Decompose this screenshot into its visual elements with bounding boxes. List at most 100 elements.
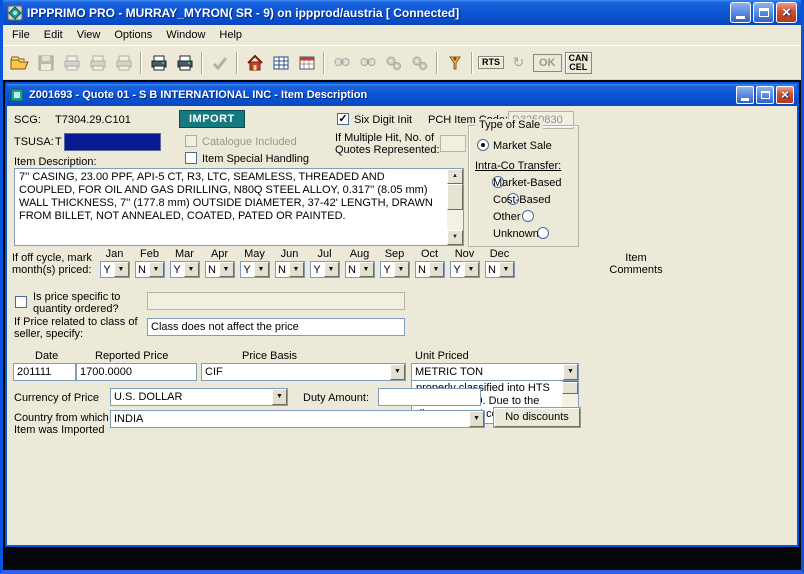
month-jun-combo[interactable]: N▼	[275, 261, 305, 278]
month-label: Apr	[202, 248, 237, 260]
currency-combo[interactable]: U.S. DOLLAR▼	[110, 388, 288, 406]
calendar-button[interactable]	[294, 50, 319, 75]
month-nov-combo[interactable]: Y▼	[450, 261, 480, 278]
chevron-down-icon[interactable]: ▼	[272, 389, 287, 405]
price-basis-combo[interactable]: CIF▼	[201, 363, 406, 381]
combo-value: Y	[101, 262, 114, 277]
search-next-button	[355, 50, 380, 75]
home-button[interactable]	[242, 50, 267, 75]
tsusa-field[interactable]	[64, 133, 161, 151]
quote-title-bar[interactable]: Z001693 - Quote 01 - S B INTERNATIONAL I…	[7, 84, 797, 106]
mdi-area: Z001693 - Quote 01 - S B INTERNATIONAL I…	[3, 80, 801, 570]
menu-window[interactable]: Window	[159, 27, 212, 43]
combo-value: N	[416, 262, 429, 277]
open-folder-button[interactable]	[7, 50, 32, 75]
month-jan-combo[interactable]: Y▼	[100, 261, 130, 278]
item-description-textarea[interactable]: 7'' CASING, 23.00 PPF, API-5 CT, R3, LTC…	[14, 168, 464, 246]
chevron-down-icon[interactable]: ▼	[324, 262, 339, 277]
month-dec: Dec N▼	[482, 248, 517, 278]
minimize-button[interactable]	[730, 2, 751, 23]
reported-price-field[interactable]: 1700.0000	[76, 363, 197, 381]
print-button	[111, 50, 136, 75]
combo-value: Y	[311, 262, 324, 277]
combo-value: Y	[241, 262, 254, 277]
chevron-down-icon[interactable]: ▼	[289, 262, 304, 277]
unknown-label: Unknown	[493, 228, 539, 240]
cost-based-label: Cost-Based	[493, 194, 550, 206]
date-field[interactable]: 201111	[13, 363, 76, 381]
menu-edit[interactable]: Edit	[37, 27, 70, 43]
chevron-down-icon[interactable]: ▼	[184, 262, 199, 277]
month-sep-combo[interactable]: Y▼	[380, 261, 410, 278]
print-quote-icon	[150, 54, 168, 72]
chevron-down-icon[interactable]: ▼	[114, 262, 129, 277]
print-quote-button[interactable]	[146, 50, 171, 75]
grid-button[interactable]	[268, 50, 293, 75]
quote-minimize-button[interactable]	[736, 86, 754, 104]
market-based-label: Market-Based	[493, 177, 561, 189]
scroll-thumb[interactable]	[447, 184, 463, 210]
month-apr-combo[interactable]: N▼	[205, 261, 235, 278]
month-aug-combo[interactable]: N▼	[345, 261, 375, 278]
multiple-hit-label-line2: Quotes Represented:	[335, 144, 440, 156]
print-report-button[interactable]	[172, 50, 197, 75]
scroll-thumb[interactable]	[562, 382, 578, 394]
month-label: Oct	[412, 248, 447, 260]
month-mar-combo[interactable]: Y▼	[170, 261, 200, 278]
month-dec-combo[interactable]: N▼	[485, 261, 515, 278]
month-feb-combo[interactable]: N▼	[135, 261, 165, 278]
quote-maximize-button[interactable]	[756, 86, 774, 104]
menu-help[interactable]: Help	[212, 27, 249, 43]
chevron-down-icon[interactable]: ▼	[464, 262, 479, 277]
month-jul-combo[interactable]: Y▼	[310, 261, 340, 278]
toolbar: RTS ↻ OK CAN CEL	[3, 46, 801, 80]
maximize-button[interactable]	[753, 2, 774, 23]
unit-priced-combo[interactable]: METRIC TON▼	[411, 363, 579, 381]
chevron-down-icon[interactable]: ▼	[390, 364, 405, 380]
no-discounts-button[interactable]: No discounts	[494, 408, 580, 427]
scroll-down-icon[interactable]: ▼	[447, 230, 463, 245]
month-aug: Aug N▼	[342, 248, 377, 278]
scroll-up-icon[interactable]: ▲	[447, 169, 463, 184]
toolbar-separator	[201, 52, 203, 74]
menu-options[interactable]: Options	[107, 27, 159, 43]
item-description-scrollbar[interactable]: ▲ ▼	[447, 169, 463, 245]
title-bar[interactable]: IPPPRIMO PRO - MURRAY_MYRON( SR - 9) on …	[3, 0, 801, 25]
unit-priced-value: METRIC TON	[412, 364, 563, 380]
chevron-down-icon[interactable]: ▼	[499, 262, 514, 277]
filter-button[interactable]	[442, 50, 467, 75]
reported-price-label: Reported Price	[95, 350, 168, 362]
chevron-down-icon[interactable]: ▼	[394, 262, 409, 277]
chevron-down-icon[interactable]: ▼	[254, 262, 269, 277]
unknown-radio[interactable]	[537, 227, 549, 239]
market-sale-radio[interactable]	[477, 139, 489, 151]
other-radio[interactable]	[522, 210, 534, 222]
print-preview-icon	[89, 54, 107, 72]
item-special-handling-checkbox[interactable]	[185, 152, 197, 164]
chevron-down-icon[interactable]: ▼	[219, 262, 234, 277]
close-button[interactable]: ×	[776, 2, 797, 23]
quote-close-button[interactable]: ×	[776, 86, 794, 104]
chevron-down-icon[interactable]: ▼	[359, 262, 374, 277]
chevron-down-icon[interactable]: ▼	[149, 262, 164, 277]
rts-button[interactable]: RTS	[478, 56, 504, 69]
price-specific-qty-checkbox[interactable]	[15, 296, 27, 308]
menu-view[interactable]: View	[70, 27, 108, 43]
cancel-button[interactable]: CAN CEL	[565, 52, 593, 74]
menu-file[interactable]: File	[5, 27, 37, 43]
month-may-combo[interactable]: Y▼	[240, 261, 270, 278]
chevron-down-icon[interactable]: ▼	[429, 262, 444, 277]
chevron-down-icon[interactable]: ▼	[469, 411, 484, 427]
six-digit-checkbox[interactable]: ✓	[337, 113, 349, 125]
chevron-down-icon[interactable]: ▼	[563, 364, 578, 380]
qty-specific-field	[147, 292, 405, 310]
country-combo[interactable]: INDIA▼	[110, 410, 485, 428]
month-oct-combo[interactable]: N▼	[415, 261, 445, 278]
currency-value: U.S. DOLLAR	[111, 389, 272, 405]
duty-amount-field[interactable]	[378, 388, 481, 406]
scroll-track	[447, 184, 463, 230]
quotes-represented-field	[440, 135, 466, 152]
import-badge: IMPORT	[179, 110, 245, 128]
month-label: Nov	[447, 248, 482, 260]
class-of-seller-field[interactable]: Class does not affect the price	[147, 318, 405, 336]
